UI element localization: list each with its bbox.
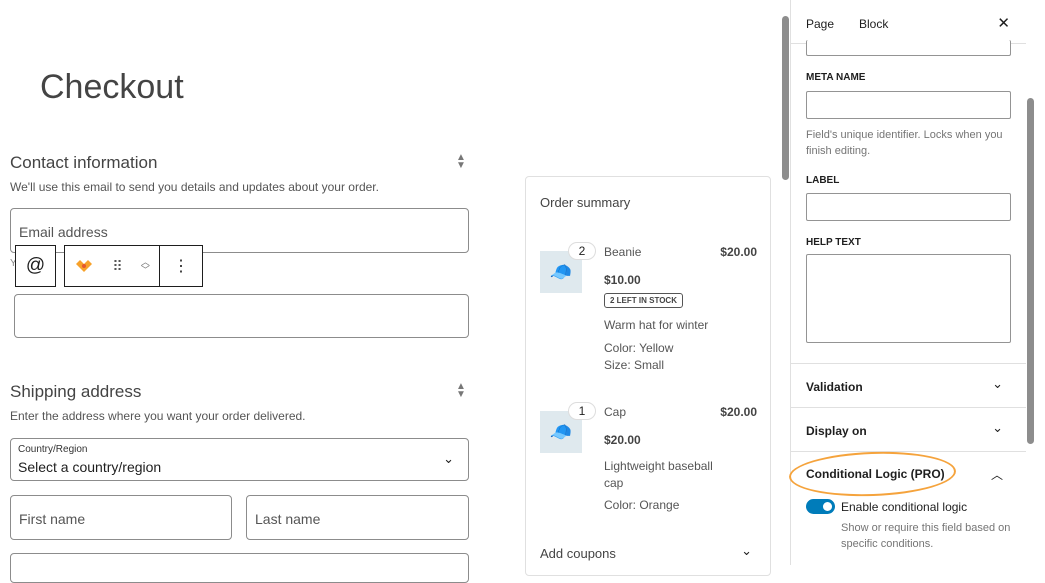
chevron-down-icon[interactable]: ⌄ — [992, 376, 1003, 392]
page-title: Checkout — [40, 68, 184, 106]
label-label: LABEL — [806, 175, 840, 186]
highlight-circle — [788, 449, 957, 499]
label-input[interactable] — [806, 193, 1011, 221]
chevron-down-icon[interactable]: ⌄ — [741, 543, 752, 559]
meta-name-label: META NAME — [806, 72, 866, 83]
close-icon[interactable]: ✕ — [997, 14, 1010, 32]
toggle-help: Show or require this field based on spec… — [841, 522, 1011, 550]
text-field[interactable] — [14, 294, 469, 338]
first-name-placeholder: First name — [19, 511, 86, 527]
help-text-label: HELP TEXT — [806, 237, 861, 248]
more-icon: ⋮ — [173, 258, 189, 275]
validation-panel-toggle[interactable]: Validation — [806, 380, 863, 394]
shipping-heading: Shipping address — [10, 382, 142, 401]
contact-heading: Contact information — [10, 153, 158, 172]
display-on-panel-toggle[interactable]: Display on — [806, 424, 867, 438]
sidebar-scrollbar[interactable] — [1027, 98, 1034, 444]
item-meta: Color: Yellow — [604, 341, 674, 355]
tab-page[interactable]: Page — [806, 17, 834, 31]
move-up-down-icon[interactable]: ︿ ﹀ — [141, 258, 150, 275]
item-name: Beanie — [604, 245, 642, 259]
tab-block[interactable]: Block — [859, 17, 888, 31]
contact-description: We'll use this email to send you details… — [10, 180, 379, 194]
brand-logo-icon[interactable] — [74, 257, 94, 275]
settings-sidebar: Page Block ✕ META NAME Field's unique id… — [788, 0, 1026, 565]
chevron-down-icon[interactable]: ⌄ — [992, 420, 1003, 436]
meta-name-input[interactable] — [806, 91, 1011, 119]
drag-handle-icon[interactable]: ⠿ — [112, 258, 122, 275]
item-total: $20.00 — [720, 245, 757, 259]
add-coupons-toggle[interactable]: Add coupons — [540, 546, 616, 561]
editor-scrollbar[interactable] — [782, 16, 789, 180]
address-field[interactable] — [10, 553, 469, 583]
block-type-button[interactable]: @ — [15, 245, 56, 287]
last-name-placeholder: Last name — [255, 511, 321, 527]
item-name: Cap — [604, 405, 627, 419]
item-price: $10.00 — [604, 273, 641, 287]
item-meta: Size: Small — [604, 358, 665, 372]
item-meta: Color: Orange — [604, 498, 680, 512]
at-icon: @ — [25, 255, 46, 276]
quantity-badge: 2 — [568, 242, 596, 260]
move-arrows-icon[interactable]: ▲ ▼ — [456, 382, 466, 400]
last-name-field[interactable]: Last name — [246, 495, 469, 540]
first-name-field[interactable]: First name — [10, 495, 232, 540]
more-options-button[interactable]: ⋮ — [159, 245, 203, 287]
conditional-logic-toggle[interactable] — [806, 499, 835, 514]
order-summary: Order summary 🧢 2 Beanie $20.00 $10.00 2… — [525, 176, 771, 576]
help-text-textarea[interactable] — [806, 254, 1011, 343]
item-description: Warm hat for winter — [604, 318, 709, 332]
meta-name-help: Field's unique identifier. Locks when yo… — [806, 129, 1003, 157]
order-summary-heading: Order summary — [540, 195, 631, 210]
chevron-up-icon[interactable]: ︿ — [991, 466, 1003, 483]
quantity-badge: 1 — [568, 402, 596, 420]
previous-field-input[interactable] — [806, 40, 1011, 56]
item-total: $20.00 — [720, 405, 757, 419]
country-select[interactable]: Country/Region Select a country/region ⌄ — [10, 438, 469, 481]
shipping-description: Enter the address where you want your or… — [10, 409, 306, 423]
move-arrows-icon[interactable]: ▲ ▼ — [456, 153, 466, 171]
country-label: Country/Region — [18, 444, 88, 455]
stock-badge: 2 LEFT IN STOCK — [604, 293, 683, 308]
email-placeholder: Email address — [19, 224, 108, 240]
item-price: $20.00 — [604, 433, 641, 447]
chevron-down-icon: ⌄ — [443, 451, 454, 466]
item-description: Lightweight baseball cap — [604, 459, 713, 490]
country-value: Select a country/region — [18, 459, 162, 475]
block-toolbar: ⠿ ︿ ﹀ — [64, 245, 160, 287]
toggle-label: Enable conditional logic — [841, 500, 968, 514]
